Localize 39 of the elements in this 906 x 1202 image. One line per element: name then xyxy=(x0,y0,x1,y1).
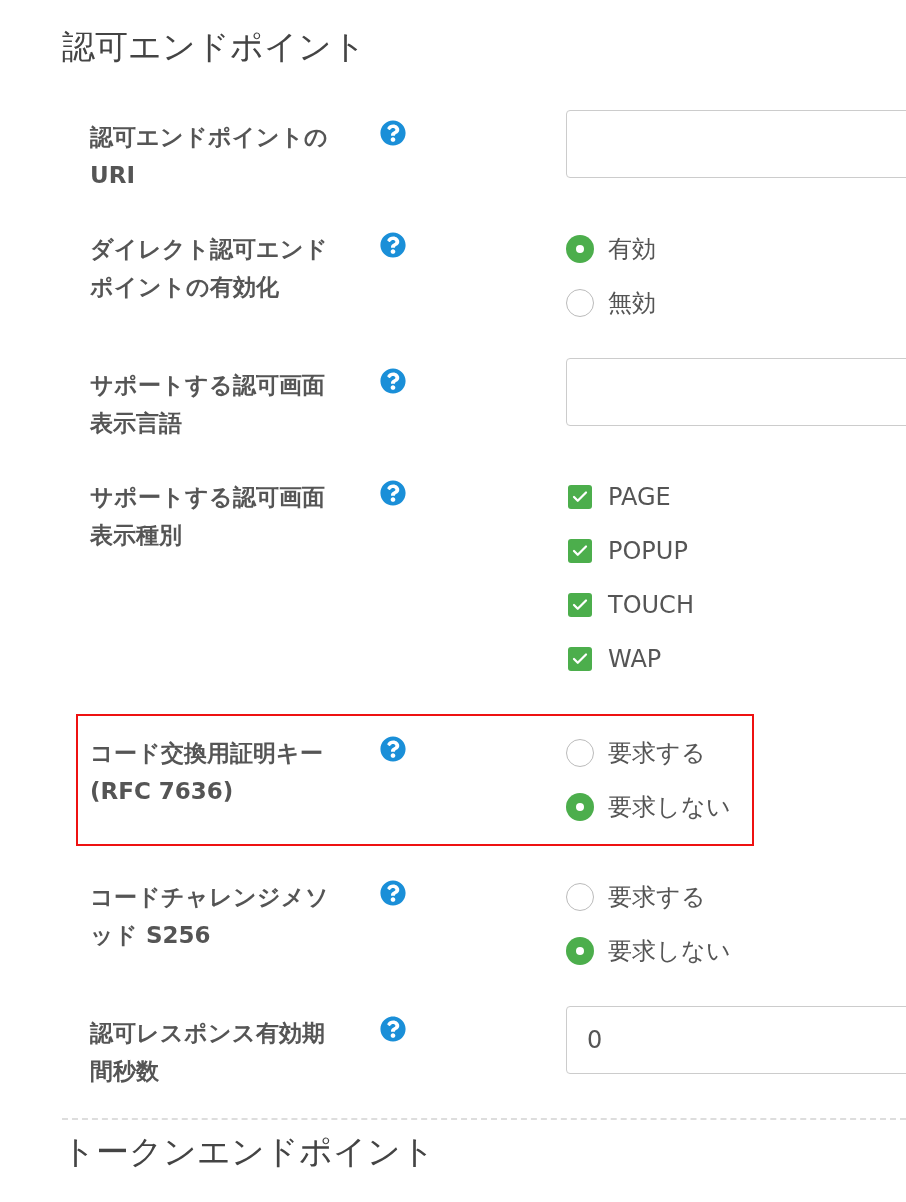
radio-button[interactable] xyxy=(566,883,594,911)
text-field[interactable]: 0 xyxy=(566,1006,906,1074)
radio-button[interactable] xyxy=(566,793,594,821)
option-label: 要求する xyxy=(608,882,706,913)
option-label: PAGE xyxy=(608,483,671,511)
option-label: WAP xyxy=(608,645,662,673)
help-icon[interactable] xyxy=(380,736,406,762)
text-field[interactable] xyxy=(566,358,906,426)
field-label: サポートする認可画面表示言語 xyxy=(90,371,326,438)
help-icon[interactable] xyxy=(380,480,406,506)
option-label: 要求しない xyxy=(608,936,731,967)
radio-button[interactable] xyxy=(566,235,594,263)
help-icon[interactable] xyxy=(380,120,406,146)
field-label: コード交換用証明キー (RFC 7636) xyxy=(90,739,324,806)
option-label: 要求する xyxy=(608,738,706,769)
option-label: TOUCH xyxy=(608,591,694,619)
option-label: 要求しない xyxy=(608,792,731,823)
help-icon[interactable] xyxy=(380,368,406,394)
section-title: 認可エンドポイント xyxy=(62,26,367,68)
checkbox[interactable] xyxy=(568,593,592,617)
checkbox[interactable] xyxy=(568,485,592,509)
field-label: 認可エンドポイントの URI xyxy=(90,123,329,190)
section-title: トークンエンドポイント xyxy=(62,1132,436,1172)
checkbox[interactable] xyxy=(568,539,592,563)
option-label: 有効 xyxy=(608,234,656,265)
field-label: コードチャレンジメソッド S256 xyxy=(90,883,330,950)
help-icon[interactable] xyxy=(380,232,406,258)
help-icon[interactable] xyxy=(380,1016,406,1042)
option-label: POPUP xyxy=(608,537,688,565)
field-label: ダイレクト認可エンドポイントの有効化 xyxy=(90,235,329,302)
radio-button[interactable] xyxy=(566,739,594,767)
radio-button[interactable] xyxy=(566,937,594,965)
text-field[interactable] xyxy=(566,110,906,178)
option-label: 無効 xyxy=(608,288,656,319)
field-label: サポートする認可画面表示種別 xyxy=(90,483,326,550)
field-label: 認可レスポンス有効期間秒数 xyxy=(90,1019,326,1086)
radio-button[interactable] xyxy=(566,289,594,317)
help-icon[interactable] xyxy=(380,880,406,906)
checkbox[interactable] xyxy=(568,647,592,671)
